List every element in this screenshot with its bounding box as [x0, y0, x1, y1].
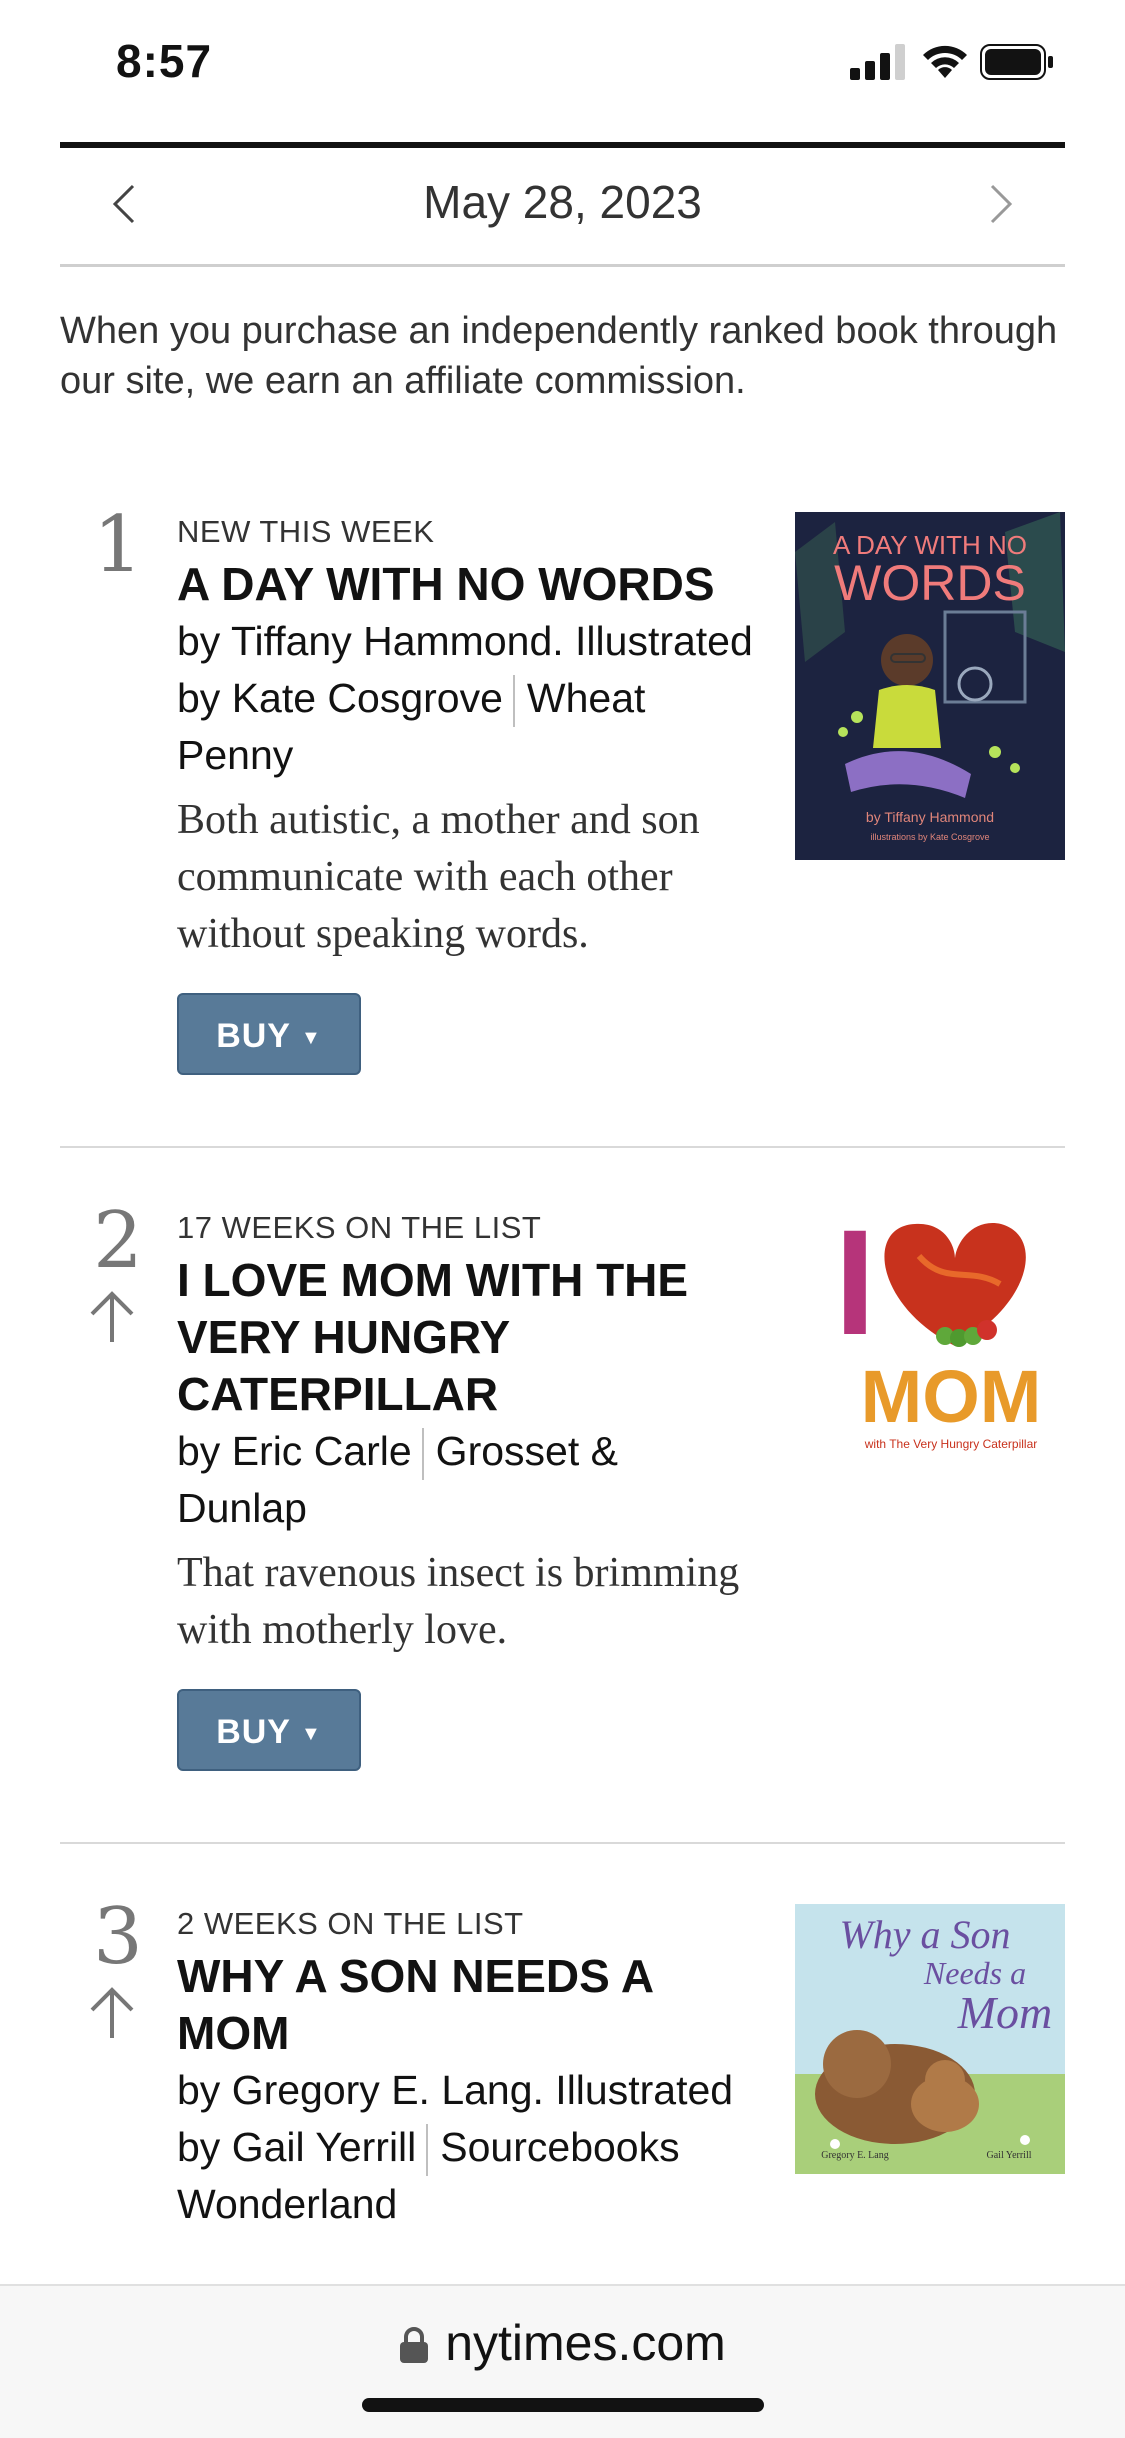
byline-separator — [426, 2124, 429, 2177]
buy-label: BUY — [216, 1713, 291, 1752]
home-indicator[interactable] — [362, 2398, 764, 2412]
url-display[interactable]: nytimes.com — [0, 2314, 1125, 2372]
status-bar: 8:57 — [0, 0, 1125, 130]
url-text: nytimes.com — [445, 2315, 726, 2371]
book-cover-image[interactable]: A DAY WITH NO WORDS by Tiffany Hammond i… — [795, 512, 1065, 860]
cover-line1: Why a Son — [839, 1912, 1010, 1957]
book-byline: by Gregory E. Lang. Illustrated by Gail … — [177, 2062, 757, 2233]
cover-title-line2: WORDS — [834, 555, 1026, 611]
browser-address-bar[interactable]: nytimes.com — [0, 2284, 1125, 2438]
cellular-signal-icon — [850, 44, 905, 80]
list-date: May 28, 2023 — [423, 176, 702, 228]
battery-icon — [980, 44, 1053, 80]
cover-subtitle: with The Very Hungry Caterpillar — [864, 1437, 1038, 1451]
cover-letter: I — [834, 1198, 876, 1366]
dropdown-caret-icon: ▼ — [301, 1027, 322, 1050]
cover-author: Gregory E. Lang — [821, 2150, 888, 2161]
wifi-icon — [923, 45, 967, 78]
weeks-on-list: 2 WEEKS ON THE LIST — [177, 1906, 524, 1941]
affiliate-disclaimer: When you purchase an independently ranke… — [60, 310, 1058, 402]
book-description: That ravenous insect is brimming with mo… — [177, 1550, 740, 1654]
buy-label: BUY — [216, 1017, 291, 1056]
byline-separator — [512, 675, 515, 728]
lock-icon — [400, 2327, 429, 2363]
book-title[interactable]: A DAY WITH NO WORDS — [177, 556, 757, 613]
cover-illustrator: illustrations by Kate Cosgrove — [870, 832, 989, 842]
book-byline: by Eric Carle Grosset & Dunlap — [177, 1423, 757, 1537]
cover-word: MOM — [861, 1355, 1042, 1438]
book-author: by Eric Carle — [177, 1428, 412, 1474]
cover-line2: Needs a — [923, 1955, 1026, 1991]
list-divider — [60, 1146, 1065, 1148]
cover-line3: Mom — [957, 1987, 1053, 2038]
rank-number: 1 — [93, 500, 143, 590]
rank-up-arrow-icon — [90, 1291, 134, 1342]
book-title[interactable]: I LOVE MOM WITH THE VERY HUNGRY CATERPIL… — [177, 1252, 757, 1423]
buy-button[interactable]: BUY ▼ — [177, 993, 361, 1076]
buy-button[interactable]: BUY ▼ — [177, 1689, 361, 1772]
status-time: 8:57 — [116, 35, 213, 87]
cover-author: by Tiffany Hammond — [866, 809, 994, 825]
weeks-on-list: NEW THIS WEEK — [177, 514, 435, 549]
list-divider — [60, 1842, 1065, 1844]
book-byline: by Tiffany Hammond. Illustrated by Kate … — [177, 613, 757, 784]
book-title[interactable]: WHY A SON NEEDS A MOM — [177, 1948, 757, 2062]
date-navigation: May 28, 2023 — [60, 148, 1065, 267]
rank-up-arrow-icon — [90, 1987, 134, 2038]
rank-number: 3 — [93, 1892, 143, 1982]
book-description: Both autistic, a mother and son communic… — [177, 797, 700, 958]
book-cover-image[interactable]: I MOM with The Very Hungry Caterpillar — [795, 1196, 1065, 1466]
next-week-chevron-icon[interactable] — [980, 182, 1020, 226]
book-cover-image[interactable]: Why a Son Needs a Mom Gregory E. Lang Ga… — [795, 1904, 1065, 2174]
book-author: by Tiffany Hammond. Illustrated by Kate … — [177, 618, 753, 721]
weeks-on-list: 17 WEEKS ON THE LIST — [177, 1210, 542, 1245]
cover-illustrator: Gail Yerrill — [987, 2150, 1032, 2161]
dropdown-caret-icon: ▼ — [301, 1723, 322, 1746]
rank-number: 2 — [93, 1196, 143, 1286]
byline-separator — [421, 1428, 424, 1481]
